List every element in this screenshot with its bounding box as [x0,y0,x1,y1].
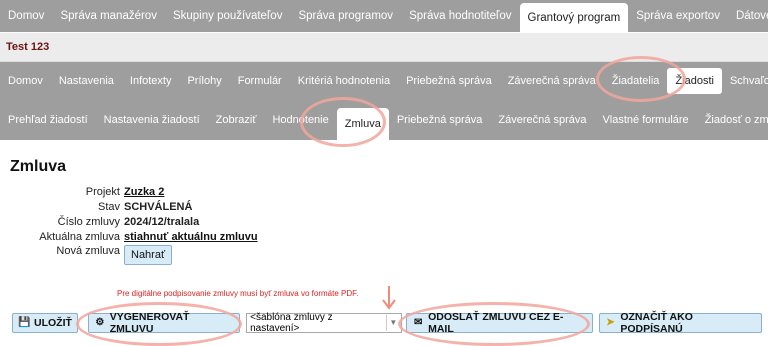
applications-nav-item[interactable]: Priebežná správa [389,113,491,127]
top-nav-item[interactable]: Správa programov [290,9,401,23]
generate-contract-button[interactable]: ⚙ VYGENEROVAŤ ZMLUVU [87,311,241,335]
mark-signed-button[interactable]: ➤ OZNAČIŤ AKO PODPÍSANÚ [598,311,763,335]
send-email-button[interactable]: ✉ ODOSLAŤ ZMLUVU CEZ E-MAIL [406,311,593,335]
contract-form: Projekt Zuzka 2 Stav SCHVÁLENÁ Číslo zmluv… [10,184,258,266]
projekt-label: Projekt [85,185,120,198]
cislo-label: Číslo zmluvy [57,215,120,228]
program-navigation: Domov Nastavenia Infotexty Prílohy Formulár K… [0,62,768,100]
template-select[interactable]: <šablóna zmluvy z nastavení> ▼ [246,312,403,334]
arrow-right-icon: ➤ [606,317,615,328]
program-nav-item[interactable]: Kritériá hodnotenia [290,74,398,88]
pdf-note: Pre digitálne podpisovanie zmluvy musí b… [117,289,359,298]
applications-nav-item[interactable]: Nastavenia žiadostí [96,113,208,127]
top-nav-item[interactable]: Správa hodnotiteľov [401,9,519,23]
program-nav-item[interactable]: Nastavenia [51,74,122,88]
project-header: Test 123 [0,33,768,62]
projekt-link[interactable]: Zuzka 2 [124,186,164,198]
top-nav-item[interactable]: Dátové zdroje [728,9,768,23]
save-button[interactable]: 💾 ULOŽIŤ [12,313,78,333]
floppy-disk-icon: 💾 [18,317,31,328]
program-nav-item[interactable]: Schvaľovanie [722,74,768,88]
applications-nav-item[interactable]: Zobraziť [208,113,265,127]
applications-nav-item[interactable]: Záverečná správa [490,113,594,127]
program-nav-item[interactable]: Žiadosti [667,68,722,94]
program-nav-item[interactable]: Priebežná správa [398,74,500,88]
top-nav-item[interactable]: Grantový program [519,3,629,32]
page-title: Zmluva [10,158,67,175]
top-nav-item[interactable]: Správa manažérov [52,9,165,23]
project-title: Test 123 [6,41,50,53]
stav-label: Stav [97,200,120,213]
cislo-value: 2024/12/tralala [124,215,200,228]
download-contract-link[interactable]: stiahnuť aktuálnu zmluvu [124,231,258,243]
program-nav-item[interactable]: Infotexty [122,74,180,88]
chevron-down-icon: ▼ [386,315,399,331]
top-nav-item[interactable]: Domov [0,9,52,23]
program-nav-item[interactable]: Prílohy [179,74,229,88]
top-nav-item[interactable]: Skupiny používateľov [165,9,290,23]
red-arrow-annotation [382,286,396,310]
applications-nav-item[interactable]: Zmluva [336,108,389,140]
program-nav-item[interactable]: Domov [0,74,51,88]
action-toolbar: 💾 ULOŽIŤ ⚙ VYGENEROVAŤ ZMLUVU <šablóna zml… [12,311,768,335]
program-nav-item[interactable]: Formulár [230,74,290,88]
applications-nav-item[interactable]: Žiadosť o zmenu [697,113,768,127]
program-nav-item[interactable]: Žiadatelia [604,74,668,88]
document-gear-icon: ⚙ [95,317,105,328]
applications-nav-item[interactable]: Prehľad žiadostí [0,113,96,127]
aktualna-label: Aktuálna zmluva [39,230,120,243]
top-navigation: Domov Správa manažérov Skupiny používateľo… [0,0,768,32]
applications-navigation: Prehľad žiadostí Nastavenia žiadostí Zobra… [0,100,768,140]
stav-value: SCHVÁLENÁ [124,200,193,213]
envelope-icon: ✉ [413,317,423,328]
applications-nav-item[interactable]: Hodnotenie [264,113,336,127]
applications-nav-item[interactable]: Vlastné formuláre [594,113,696,127]
top-nav-item[interactable]: Správa exportov [628,9,728,23]
nova-label: Nová zmluva [56,245,120,257]
program-nav-item[interactable]: Záverečná správa [500,74,604,88]
upload-button[interactable]: Nahrať [124,245,173,265]
